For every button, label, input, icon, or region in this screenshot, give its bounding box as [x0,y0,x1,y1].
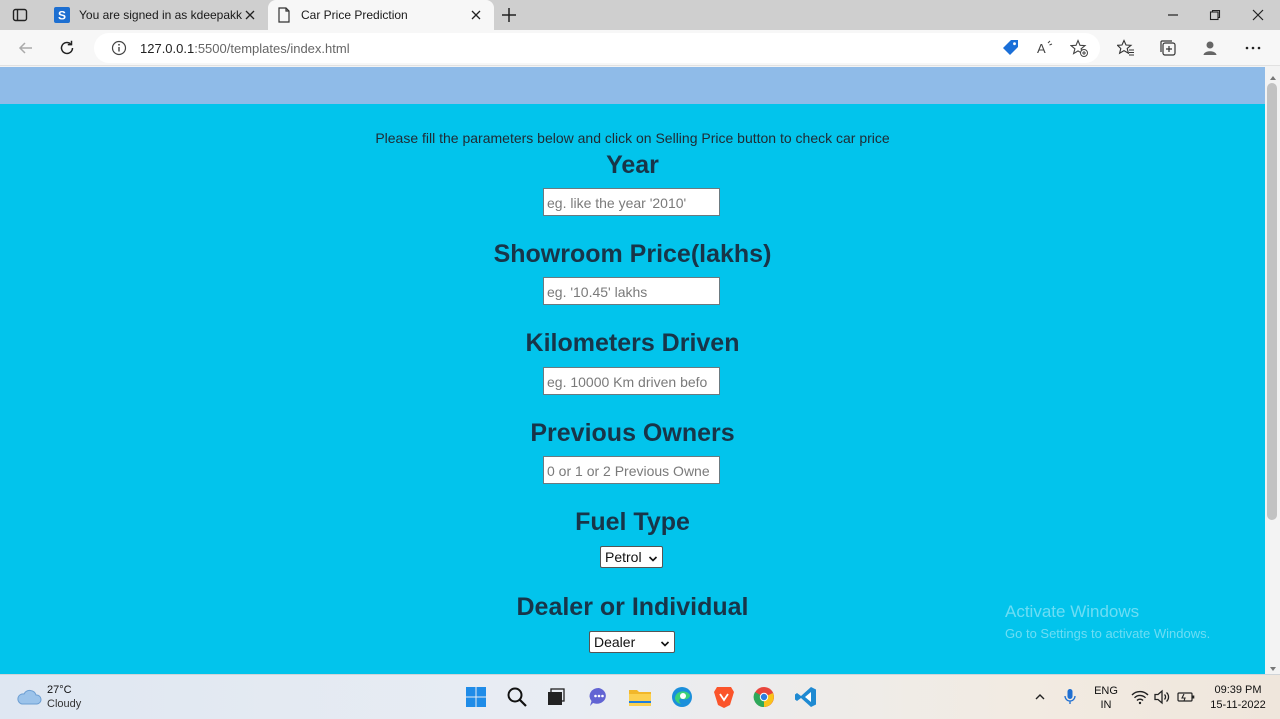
search-icon[interactable] [503,683,531,711]
tab-actions-icon[interactable] [12,7,28,23]
scroll-up-icon[interactable] [1268,70,1278,80]
volume-icon[interactable] [1153,688,1171,706]
s-logo-icon: S [54,7,70,23]
seller-type-value: Dealer [594,634,636,650]
chevron-up-icon[interactable] [1031,688,1049,706]
restore-icon[interactable] [1194,0,1236,30]
chevron-down-icon [648,551,658,562]
owners-label: Previous Owners [530,419,735,447]
minimize-icon[interactable] [1152,0,1194,30]
page-viewport: Please fill the parameters below and cli… [0,67,1265,674]
url-text[interactable]: 127.0.0.1:5500/templates/index.html [140,41,350,56]
owners-input[interactable]: 0 or 1 or 2 Previous Owne [543,456,720,484]
edge-icon[interactable] [668,683,696,711]
back-icon[interactable] [17,39,35,57]
fuel-type-label: Fuel Type [575,508,690,536]
cloud-icon [17,689,42,705]
more-options-icon[interactable] [1244,39,1262,57]
start-icon[interactable] [462,683,490,711]
url-path: :5500/templates/index.html [194,41,350,56]
page-header-band [0,67,1265,104]
page-icon [276,7,292,23]
scroll-down-icon[interactable] [1268,661,1278,671]
year-label: Year [606,151,659,179]
region-code[interactable]: IN [1091,699,1121,711]
close-tab-icon[interactable] [242,7,258,23]
year-input[interactable]: eg. like the year '2010' [543,188,720,216]
brave-icon[interactable] [710,683,738,711]
file-explorer-icon[interactable] [626,683,654,711]
url-host: 127.0.0.1 [140,41,195,56]
seller-type-select[interactable]: Dealer [589,631,675,653]
add-favorite-icon[interactable] [1070,39,1088,57]
chevron-down-icon [660,636,670,647]
teams-chat-icon[interactable] [585,683,613,711]
task-view-icon[interactable] [542,683,570,711]
temperature: 27°C [47,684,72,696]
tab-car-price[interactable]: Car Price Prediction [268,0,494,30]
address-bar[interactable]: 127.0.0.1:5500/templates/index.html A [94,33,1100,63]
clock-time[interactable]: 09:39 PM [1203,684,1273,696]
read-aloud-icon[interactable]: A [1036,39,1054,57]
weather-widget[interactable]: 27°C Cloudy [16,683,126,713]
battery-icon[interactable] [1177,688,1195,706]
showroom-price-input[interactable]: eg. '10.45' lakhs [543,277,720,305]
showroom-price-label: Showroom Price(lakhs) [493,240,772,268]
tab-title: You are signed in as kdeepakkun [79,8,242,22]
vscode-icon[interactable] [792,683,820,711]
svg-text:S: S [58,9,66,23]
refresh-icon[interactable] [58,39,76,57]
collections-icon[interactable] [1159,39,1177,57]
fuel-type-select[interactable]: Petrol [600,546,663,568]
chrome-icon[interactable] [750,683,778,711]
wifi-icon[interactable] [1131,688,1149,706]
activate-windows-title: Activate Windows [1005,602,1140,621]
windows-taskbar: 27°C Cloudy ENG IN 09:39 PM 15-11-2022 [0,674,1280,719]
svg-text:A: A [1037,41,1046,56]
coupon-tag-icon[interactable] [1002,39,1020,57]
close-window-icon[interactable] [1237,0,1279,30]
fuel-type-value: Petrol [605,549,642,565]
weather-condition: Cloudy [47,698,82,710]
browser-toolbar: 127.0.0.1:5500/templates/index.html A [0,30,1280,66]
new-tab-icon[interactable] [500,6,518,24]
info-icon[interactable] [110,39,128,57]
activate-windows-subtitle: Go to Settings to activate Windows. [1005,626,1211,641]
kilometers-label: Kilometers Driven [525,329,740,357]
language-code[interactable]: ENG [1091,685,1121,697]
close-tab-icon[interactable] [468,7,484,23]
microphone-icon[interactable] [1061,688,1079,706]
intro-text: Please fill the parameters below and cli… [375,130,890,146]
clock-date[interactable]: 15-11-2022 [1203,699,1273,711]
tab-signed-in[interactable]: S You are signed in as kdeepakkun [46,0,268,30]
tab-strip: S You are signed in as kdeepakkun Car Pr… [0,0,1280,30]
kilometers-input[interactable]: eg. 10000 Km driven befo [543,367,720,395]
tab-title: Car Price Prediction [301,8,408,22]
profile-icon[interactable] [1201,39,1219,57]
scrollbar-thumb[interactable] [1267,83,1277,520]
favorites-icon[interactable] [1117,39,1135,57]
